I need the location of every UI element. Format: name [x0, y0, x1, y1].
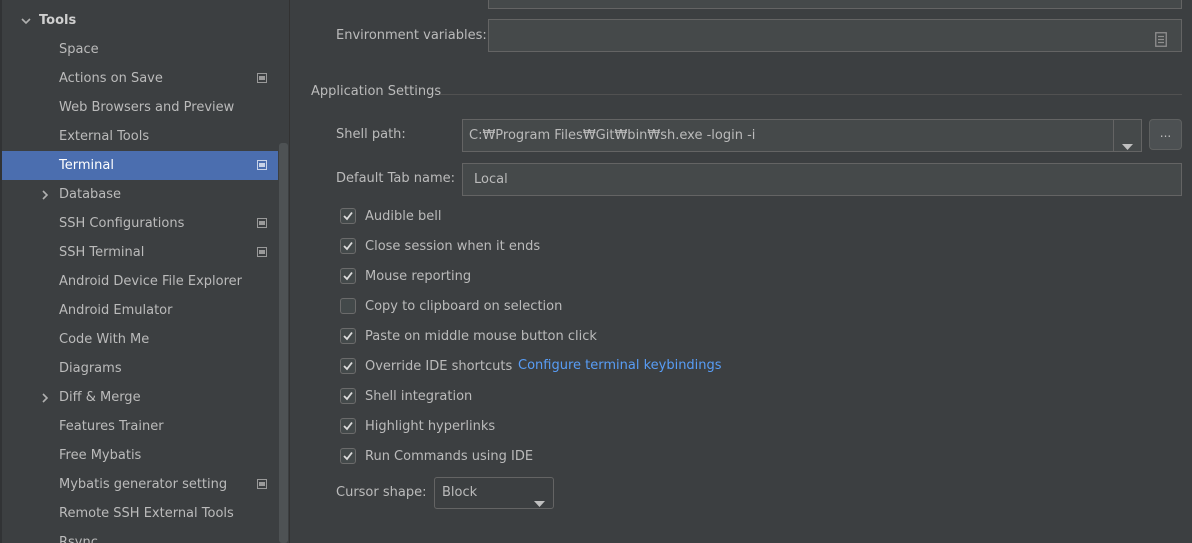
shell-path-value: C:₩Program Files₩Git₩bin₩sh.exe -login -… [469, 128, 756, 143]
tree-item-label: Web Browsers and Preview [59, 100, 235, 115]
tree-item-android-emulator[interactable]: Android Emulator [2, 296, 278, 325]
tree-item-code-with-me[interactable]: Code With Me [2, 325, 278, 354]
run-commands-ide-checkbox[interactable] [340, 448, 356, 464]
tree-item-label: Features Trainer [59, 419, 164, 434]
copy-to-clipboard-label: Copy to clipboard on selection [365, 299, 563, 314]
shell-path-combo[interactable]: C:₩Program Files₩Git₩bin₩sh.exe -login -… [462, 119, 1142, 152]
project-scope-icon [257, 247, 267, 257]
paste-middle-click-label: Paste on middle mouse button click [365, 329, 597, 344]
tree-item-mybatis-generator-setting[interactable]: Mybatis generator setting [2, 470, 278, 499]
cursor-shape-label: Cursor shape: [336, 485, 427, 500]
tree-item-free-mybatis[interactable]: Free Mybatis [2, 441, 278, 470]
override-ide-shortcuts-checkbox[interactable] [340, 358, 356, 374]
close-session-label: Close session when it ends [365, 239, 541, 254]
project-scope-icon [257, 73, 267, 83]
tree-item-label: Rsync [59, 535, 98, 543]
caret-down-icon [534, 490, 545, 520]
audible-bell-label: Audible bell [365, 209, 442, 224]
paste-middle-click-checkbox[interactable] [340, 328, 356, 344]
tree-item-external-tools[interactable]: External Tools [2, 122, 278, 151]
file-list-icon[interactable] [1155, 28, 1167, 59]
combo-separator [1113, 120, 1114, 151]
env-vars-label: Environment variables: [336, 28, 487, 43]
highlight-hyperlinks-checkbox[interactable] [340, 418, 356, 434]
tree-item-label: Diff & Merge [59, 390, 141, 405]
project-scope-icon [257, 218, 267, 228]
tree-item-label: SSH Terminal [59, 245, 145, 260]
highlight-hyperlinks-label: Highlight hyperlinks [365, 419, 496, 434]
env-vars-field[interactable] [488, 19, 1182, 52]
tree-item-label: External Tools [59, 129, 150, 144]
application-settings-heading: Application Settings [311, 84, 442, 99]
tree-item-label: Remote SSH External Tools [59, 506, 234, 521]
tree-item-diff-merge[interactable]: Diff & Merge [2, 383, 278, 412]
project-scope-icon [257, 160, 267, 170]
shell-integration-checkbox[interactable] [340, 388, 356, 404]
tree-item-ssh-configurations[interactable]: SSH Configurations [2, 209, 278, 238]
browse-shell-button[interactable]: ... [1149, 119, 1182, 150]
override-ide-shortcuts-label: Override IDE shortcuts [365, 359, 513, 374]
tree-item-space[interactable]: Space [2, 35, 278, 64]
tree-item-terminal[interactable]: Terminal [2, 151, 278, 180]
tree-item-ssh-terminal[interactable]: SSH Terminal [2, 238, 278, 267]
cursor-shape-select[interactable]: Block [434, 477, 554, 509]
tree-item-label: Android Emulator [59, 303, 173, 318]
tree-item-label: Diagrams [59, 361, 122, 376]
project-scope-icon [257, 479, 267, 489]
cursor-shape-value: Block [442, 485, 478, 500]
default-tab-name-label: Default Tab name: [336, 171, 456, 186]
mouse-reporting-checkbox[interactable] [340, 268, 356, 284]
section-separator [440, 94, 1182, 95]
copy-to-clipboard-checkbox[interactable] [340, 298, 356, 314]
tree-item-label: Database [59, 187, 122, 202]
tree-item-remote-ssh-external-tools[interactable]: Remote SSH External Tools [2, 499, 278, 528]
shell-integration-label: Shell integration [365, 389, 473, 404]
close-session-checkbox[interactable] [340, 238, 356, 254]
tree-item-actions-on-save[interactable]: Actions on Save [2, 64, 278, 93]
tree-item-web-browsers[interactable]: Web Browsers and Preview [2, 93, 278, 122]
run-commands-ide-label: Run Commands using IDE [365, 449, 534, 464]
settings-tree: Tools Space Actions on Save Web Browsers… [0, 0, 290, 543]
tree-item-label: Android Device File Explorer [59, 274, 242, 289]
tree-item-label: Tools [39, 13, 77, 28]
shell-path-label: Shell path: [336, 127, 406, 142]
tree-item-android-device-file-explorer[interactable]: Android Device File Explorer [2, 267, 278, 296]
default-tab-name-value: Local [474, 172, 508, 187]
tree-item-database[interactable]: Database [2, 180, 278, 209]
terminal-settings-panel: Environment variables: Application Setti… [290, 0, 1192, 543]
tree-item-label: Terminal [59, 158, 114, 173]
tree-item-label: SSH Configurations [59, 216, 185, 231]
tree-item-label: Space [59, 42, 99, 57]
tree-item-label: Mybatis generator setting [59, 477, 228, 492]
tree-item-label: Free Mybatis [59, 448, 142, 463]
audible-bell-checkbox[interactable] [340, 208, 356, 224]
tree-item-rsync[interactable]: Rsync [2, 528, 278, 543]
tree-item-features-trainer[interactable]: Features Trainer [2, 412, 278, 441]
tree-item-diagrams[interactable]: Diagrams [2, 354, 278, 383]
tree-item-tools[interactable]: Tools [2, 6, 278, 35]
tree-item-label: Actions on Save [59, 71, 163, 86]
default-tab-name-input[interactable]: Local [462, 163, 1182, 196]
tree-item-label: Code With Me [59, 332, 150, 347]
mouse-reporting-label: Mouse reporting [365, 269, 472, 284]
caret-down-icon[interactable] [1122, 132, 1133, 163]
previous-field-edge [488, 0, 1182, 9]
configure-keybindings-link[interactable]: Configure terminal keybindings [518, 358, 722, 373]
sidebar-scrollbar-thumb[interactable] [279, 143, 288, 543]
